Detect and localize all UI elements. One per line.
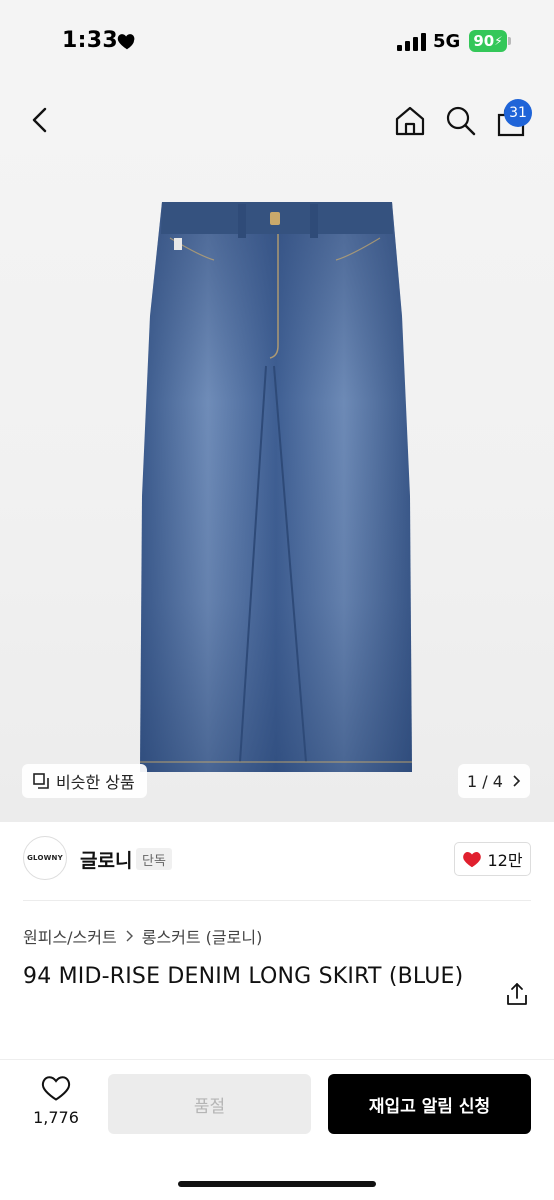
product-title: 94 MID-RISE DENIM LONG SKIRT (BLUE) <box>23 964 464 989</box>
similar-products-button[interactable]: 비슷한 상품 <box>22 764 147 798</box>
exclusive-badge: 단독 <box>136 848 172 870</box>
heart-outline-icon <box>41 1076 71 1101</box>
brand-name[interactable]: 글로니 <box>80 846 132 873</box>
breadcrumb-subcategory[interactable]: 롱스커트 (글로니) <box>142 924 263 948</box>
charging-icon: ⚡ <box>494 34 503 48</box>
page-indicator-text: 1 / 4 <box>467 771 503 791</box>
battery-level: 90 <box>473 32 495 50</box>
signal-icon <box>397 33 426 51</box>
brand-row: GLOWNY 글로니 단독 12만 <box>0 822 554 900</box>
share-icon[interactable] <box>504 981 530 1007</box>
similar-products-label: 비슷한 상품 <box>56 773 135 792</box>
brand-like-count: 12만 <box>487 851 523 870</box>
soldout-button[interactable]: 품절 <box>108 1074 311 1134</box>
wishlist-button[interactable]: 1,776 <box>22 1074 90 1134</box>
chevron-right-icon <box>126 930 133 942</box>
cart-count-badge: 31 <box>504 99 532 127</box>
home-indicator <box>178 1181 376 1187</box>
brand-logo[interactable]: GLOWNY <box>23 836 67 880</box>
network-label: 5G <box>433 31 461 52</box>
battery-nub <box>508 37 511 45</box>
restock-alert-button[interactable]: 재입고 알림 신청 <box>328 1074 531 1134</box>
rating-row-partial <box>28 1050 158 1060</box>
status-bar: 1:33 5G 90 ⚡ <box>0 0 554 84</box>
divider <box>23 900 531 901</box>
status-time: 1:33 <box>62 28 118 53</box>
home-icon[interactable] <box>392 103 428 139</box>
breadcrumb-category[interactable]: 원피스/스커트 <box>23 924 117 948</box>
image-page-indicator[interactable]: 1 / 4 <box>458 764 530 798</box>
brand-like-button[interactable]: 12만 <box>454 842 531 876</box>
wishlist-count: 1,776 <box>33 1108 79 1127</box>
breadcrumb: 원피스/스커트 롱스커트 (글로니) <box>23 924 262 948</box>
chevron-right-icon <box>513 775 521 787</box>
heart-status-icon <box>117 34 135 50</box>
back-icon[interactable] <box>20 100 60 140</box>
product-image[interactable] <box>130 196 420 780</box>
battery-indicator: 90 ⚡ <box>469 30 507 52</box>
search-icon[interactable] <box>443 103 479 139</box>
heart-icon <box>463 852 482 868</box>
similar-icon <box>33 773 49 789</box>
